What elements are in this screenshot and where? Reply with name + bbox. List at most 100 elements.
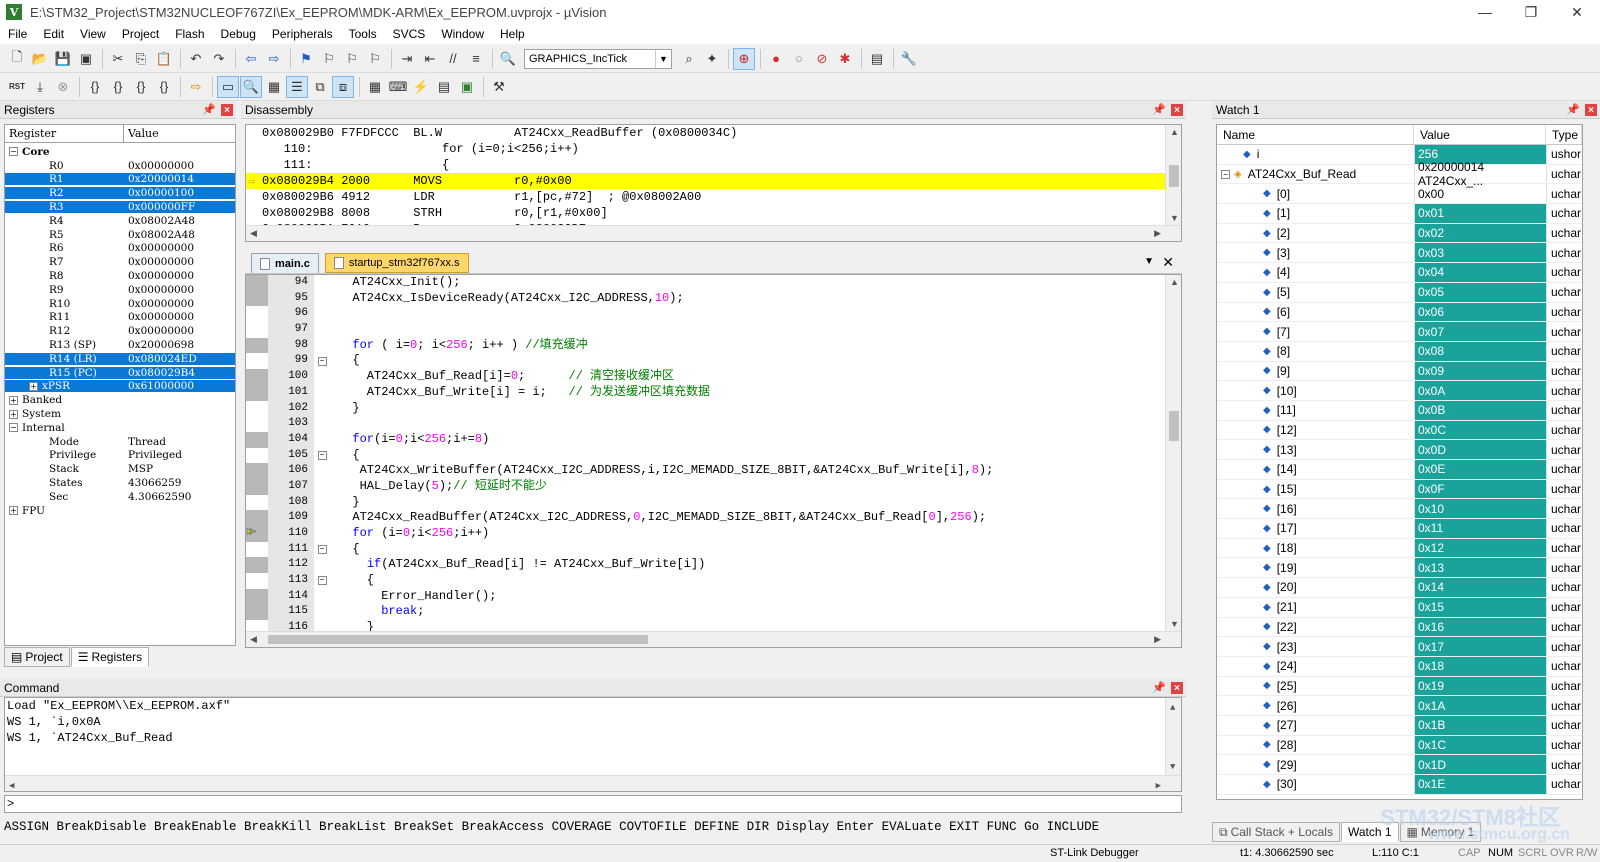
- redo-icon[interactable]: ↷: [208, 48, 230, 70]
- breakpoint-gutter[interactable]: [246, 588, 268, 605]
- value-column-header[interactable]: Value: [1414, 125, 1546, 144]
- menu-debug[interactable]: Debug: [213, 27, 264, 41]
- watch-row[interactable]: ◆ [14] 0x0E uchar: [1217, 460, 1582, 480]
- disassembly-window-icon[interactable]: 🔍: [240, 75, 262, 98]
- step-over-icon[interactable]: {}: [107, 76, 129, 98]
- save-icon[interactable]: 💾: [52, 48, 74, 70]
- watch-row[interactable]: ◆ [2] 0x02 uchar: [1217, 223, 1582, 244]
- breakpoint-gutter[interactable]: [246, 290, 268, 307]
- menu-project[interactable]: Project: [114, 27, 167, 41]
- show-next-statement-icon[interactable]: ⇨: [185, 76, 207, 98]
- code-line[interactable]: 95 AT24Cxx_IsDeviceReady(AT24Cxx_I2C_ADD…: [246, 290, 1181, 307]
- code-line[interactable]: 103: [246, 416, 1181, 432]
- watch-row[interactable]: ◆ [28] 0x1C uchar: [1217, 735, 1582, 756]
- close-editor-icon[interactable]: ✕: [1162, 254, 1174, 271]
- watch-value[interactable]: 0x17: [1414, 637, 1546, 656]
- find-in-files-icon[interactable]: 🔍: [497, 48, 519, 70]
- watch-row[interactable]: ◆ [6] 0x06 uchar: [1217, 302, 1582, 323]
- disassembly-line[interactable]: 110: for (i=0;i<256;i++): [246, 141, 1165, 157]
- watch-value[interactable]: 0x07: [1414, 322, 1546, 341]
- register-column-header[interactable]: Register: [5, 125, 124, 142]
- register-row[interactable]: Privilege Privileged: [5, 449, 235, 463]
- pin-icon[interactable]: 📌: [1566, 103, 1580, 116]
- maximize-button[interactable]: ❐: [1508, 0, 1554, 24]
- watch-row[interactable]: ◆ [5] 0x05 uchar: [1217, 282, 1582, 303]
- expand-icon[interactable]: +: [9, 409, 18, 419]
- collapse-icon[interactable]: −: [1221, 169, 1230, 179]
- register-row[interactable]: R9 0x00000000: [5, 283, 235, 297]
- breakpoint-gutter[interactable]: [246, 510, 268, 526]
- watch-value[interactable]: 0x14: [1414, 578, 1546, 597]
- current-instruction-line[interactable]: ⇨ 0x080029B4 2000 MOVS r0,#0x00: [246, 173, 1165, 189]
- code-line[interactable]: 94 AT24Cxx_Init();: [246, 275, 1181, 291]
- analysis-window-icon[interactable]: ⚡: [410, 76, 432, 98]
- watch-row[interactable]: − ◈ AT24Cxx_Buf_Read 0x20000014 AT24Cxx_...…: [1217, 160, 1582, 188]
- reset-icon[interactable]: RST: [6, 76, 28, 98]
- register-row[interactable]: R14 (LR) 0x080024ED: [5, 352, 235, 366]
- breakpoint-gutter[interactable]: [246, 604, 268, 621]
- breakpoint-gutter[interactable]: [246, 416, 268, 432]
- close-icon[interactable]: ×: [1171, 682, 1183, 694]
- watch-value[interactable]: 0x0A: [1414, 381, 1546, 400]
- watch-value[interactable]: 0x19: [1414, 676, 1546, 696]
- register-row[interactable]: + System: [5, 407, 235, 421]
- watch-row[interactable]: ◆ [19] 0x13 uchar: [1217, 558, 1582, 579]
- copy-icon[interactable]: ⎘: [130, 48, 152, 70]
- register-row[interactable]: R5 0x08002A48: [5, 228, 235, 242]
- register-row[interactable]: − Internal: [5, 421, 235, 435]
- code-line[interactable]: 111− {: [246, 541, 1181, 558]
- debug-session-icon[interactable]: ⊕: [733, 47, 755, 70]
- watch-row[interactable]: ◆ [13] 0x0D uchar: [1217, 440, 1582, 460]
- register-row[interactable]: R4 0x08002A48: [5, 214, 235, 228]
- minimize-button[interactable]: —: [1462, 0, 1508, 24]
- code-line[interactable]: 101 AT24Cxx_Buf_Write[i] = i; // 为发送缓冲区填…: [246, 384, 1181, 401]
- open-folder-icon[interactable]: 📂: [29, 48, 51, 70]
- stop-icon[interactable]: ⊗: [52, 76, 74, 98]
- command-window-icon[interactable]: ▭: [217, 75, 239, 98]
- tab-call-stack[interactable]: ⧉ Call Stack + Locals: [1212, 822, 1340, 842]
- collapse-icon[interactable]: −: [9, 147, 18, 157]
- watch-row[interactable]: ◆ [12] 0x0C uchar: [1217, 420, 1582, 441]
- code-line[interactable]: 104 for(i=0;i<256;i+=8): [246, 431, 1181, 448]
- watch-row[interactable]: ◆ [4] 0x04 uchar: [1217, 263, 1582, 283]
- registers-window-icon[interactable]: ☰: [286, 75, 308, 98]
- watch-value[interactable]: 0x02: [1414, 223, 1546, 243]
- trace-window-icon[interactable]: ▤: [433, 76, 455, 98]
- watch-value[interactable]: 0x10: [1414, 499, 1546, 519]
- register-row[interactable]: Mode Thread: [5, 435, 235, 449]
- code-line[interactable]: 109 AT24Cxx_ReadBuffer(AT24Cxx_I2C_ADDRE…: [246, 510, 1181, 526]
- watch-row[interactable]: ◆ [7] 0x07 uchar: [1217, 322, 1582, 342]
- find-icon[interactable]: ⌕: [678, 48, 700, 70]
- vertical-scrollbar[interactable]: ▲ ▼: [1165, 275, 1181, 631]
- watch-row[interactable]: ◆ [24] 0x18 uchar: [1217, 656, 1582, 677]
- menu-tools[interactable]: Tools: [341, 27, 385, 41]
- register-row[interactable]: States 43066259: [5, 476, 235, 490]
- register-row[interactable]: R8 0x00000000: [5, 269, 235, 283]
- register-row[interactable]: R1 0x20000014: [5, 173, 235, 187]
- fold-toggle-icon[interactable]: −: [314, 541, 330, 558]
- watch-value[interactable]: 0x20000014 AT24Cxx_...: [1414, 160, 1546, 188]
- pin-icon[interactable]: 📌: [1152, 681, 1166, 694]
- watch-value[interactable]: 0x08: [1414, 341, 1546, 361]
- chevron-down-icon[interactable]: ▼: [655, 49, 671, 68]
- watch-value[interactable]: 0x00: [1414, 184, 1546, 204]
- step-out-icon[interactable]: {}: [130, 76, 152, 98]
- breakpoint-gutter[interactable]: [246, 353, 268, 370]
- watch-row[interactable]: ◆ [27] 0x1B uchar: [1217, 715, 1582, 736]
- call-stack-window-icon[interactable]: ⧉: [309, 76, 331, 98]
- next-bookmark-icon[interactable]: ⚐: [341, 48, 363, 70]
- watch-row[interactable]: ◆ [23] 0x17 uchar: [1217, 637, 1582, 657]
- breakpoint-gutter[interactable]: [246, 463, 268, 479]
- navigate-back-icon[interactable]: ⇦: [240, 48, 262, 70]
- code-line[interactable]: 99− {: [246, 353, 1181, 370]
- watch-row[interactable]: ◆ [3] 0x03 uchar: [1217, 243, 1582, 264]
- serial-window-icon[interactable]: ⌨: [387, 76, 409, 98]
- menu-help[interactable]: Help: [492, 27, 533, 41]
- watch-value[interactable]: 0x0B: [1414, 400, 1546, 420]
- code-line[interactable]: 97: [246, 322, 1181, 338]
- watch-row[interactable]: ◆ [18] 0x12 uchar: [1217, 538, 1582, 559]
- watch-row[interactable]: ◆ [0] 0x00 uchar: [1217, 184, 1582, 205]
- breakpoint-gutter[interactable]: [246, 384, 268, 401]
- uncomment-icon[interactable]: ≡: [465, 48, 487, 70]
- vertical-scrollbar[interactable]: ▲ ▼: [1165, 698, 1181, 777]
